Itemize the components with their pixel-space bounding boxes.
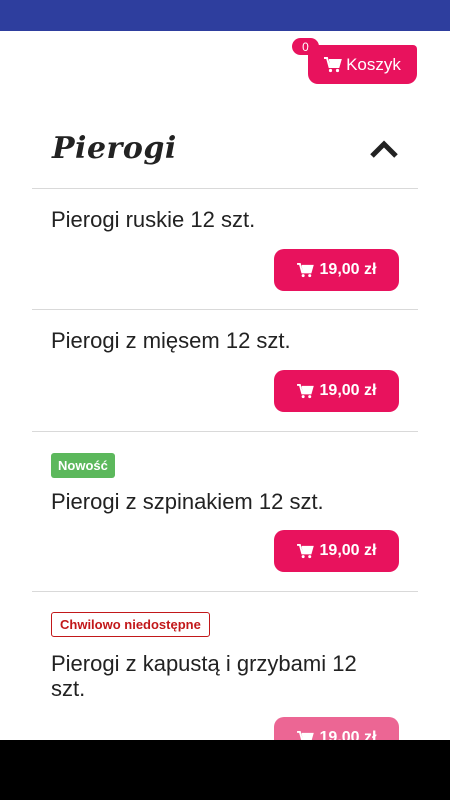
cart-button[interactable]: Koszyk bbox=[308, 45, 417, 84]
add-to-cart-button[interactable]: 19,00 zł bbox=[274, 717, 399, 740]
category-header[interactable]: Pierogi bbox=[32, 131, 418, 188]
add-to-cart-button[interactable]: 19,00 zł bbox=[274, 530, 399, 572]
new-badge: Nowość bbox=[51, 453, 115, 478]
category-title: Pierogi bbox=[52, 131, 177, 166]
status-bar bbox=[0, 0, 450, 31]
divider bbox=[32, 431, 418, 432]
divider bbox=[32, 188, 418, 189]
divider bbox=[32, 309, 418, 310]
product-name: Pierogi z kapustą i grzybami 12 szt. bbox=[51, 651, 357, 701]
product-name: Pierogi ruskie 12 szt. bbox=[51, 207, 256, 232]
price-label: 19,00 zł bbox=[319, 261, 377, 278]
cart-label: Koszyk bbox=[346, 54, 401, 74]
add-to-cart-button[interactable]: 19,00 zł bbox=[274, 370, 399, 412]
navigation-bar bbox=[0, 740, 450, 800]
cart-icon bbox=[296, 383, 314, 399]
price-label: 19,00 zł bbox=[319, 729, 377, 740]
cart-icon bbox=[296, 543, 314, 559]
price-label: 19,00 zł bbox=[319, 542, 377, 559]
menu-content[interactable]: 0 Koszyk Pierogi Pierogi ruskie 12 szt. … bbox=[0, 31, 450, 740]
cart-icon bbox=[296, 262, 314, 278]
product-name: Pierogi z szpinakiem 12 szt. bbox=[51, 489, 324, 514]
cart-icon bbox=[324, 56, 342, 73]
cart-icon bbox=[296, 730, 314, 740]
add-to-cart-button[interactable]: 19,00 zł bbox=[274, 249, 399, 291]
product-name: Pierogi z mięsem 12 szt. bbox=[51, 328, 291, 353]
price-label: 19,00 zł bbox=[319, 382, 377, 399]
unavailable-badge: Chwilowo niedostępne bbox=[51, 612, 210, 637]
divider bbox=[32, 591, 418, 592]
chevron-up-icon[interactable] bbox=[368, 137, 400, 161]
